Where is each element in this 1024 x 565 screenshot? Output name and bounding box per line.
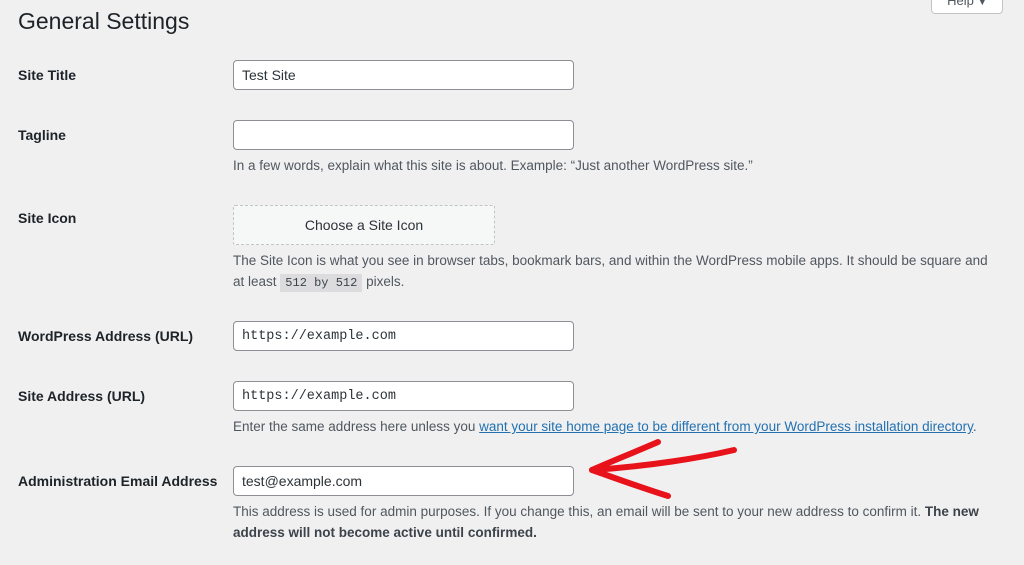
admin-email-description: This address is used for admin purposes.… xyxy=(233,501,979,543)
admin-email-description-line2: address will not become active until con… xyxy=(233,522,979,543)
site-icon-description-line1: The Site Icon is what you see in browser… xyxy=(233,253,988,268)
admin-email-description-text: This address is used for admin purposes.… xyxy=(233,504,922,519)
site-icon-description-post: pixels. xyxy=(366,274,405,289)
site-title-input[interactable] xyxy=(233,60,574,90)
site-icon-description-pre: at least xyxy=(233,274,277,289)
site-title-label: Site Title xyxy=(18,67,77,83)
site-icon-label: Site Icon xyxy=(18,210,77,226)
site-address-label: Site Address (URL) xyxy=(18,388,146,404)
site-icon-description-line2: at least 512 by 512 pixels. xyxy=(233,271,988,294)
tagline-description: In a few words, explain what this site i… xyxy=(233,158,753,173)
site-address-input[interactable] xyxy=(233,381,574,411)
tagline-input[interactable] xyxy=(233,120,574,150)
site-icon-size-code: 512 by 512 xyxy=(280,274,363,292)
site-address-description-pre: Enter the same address here unless you xyxy=(233,419,476,434)
site-address-description-post: . xyxy=(972,419,977,434)
tagline-label: Tagline xyxy=(18,127,66,143)
wordpress-address-label: WordPress Address (URL) xyxy=(18,328,194,344)
help-label: Help xyxy=(947,0,974,8)
page-title: General Settings xyxy=(18,8,190,34)
admin-email-label: Administration Email Address xyxy=(18,473,218,489)
site-icon-description: The Site Icon is what you see in browser… xyxy=(233,250,988,294)
wordpress-address-input[interactable] xyxy=(233,321,574,351)
admin-email-input[interactable] xyxy=(233,466,574,496)
admin-email-description-bold1: The new xyxy=(924,504,979,519)
choose-site-icon-button[interactable]: Choose a Site Icon xyxy=(233,205,495,245)
admin-email-description-line1: This address is used for admin purposes.… xyxy=(233,501,979,522)
hand-drawn-arrow-icon xyxy=(589,439,737,499)
caret-down-icon: ▼ xyxy=(977,0,987,7)
site-address-help-link[interactable]: want your site home page to be different… xyxy=(479,419,973,434)
admin-email-description-bold2: address will not become active until con… xyxy=(233,525,537,540)
help-tab-button[interactable]: Help ▼ xyxy=(931,0,1003,14)
